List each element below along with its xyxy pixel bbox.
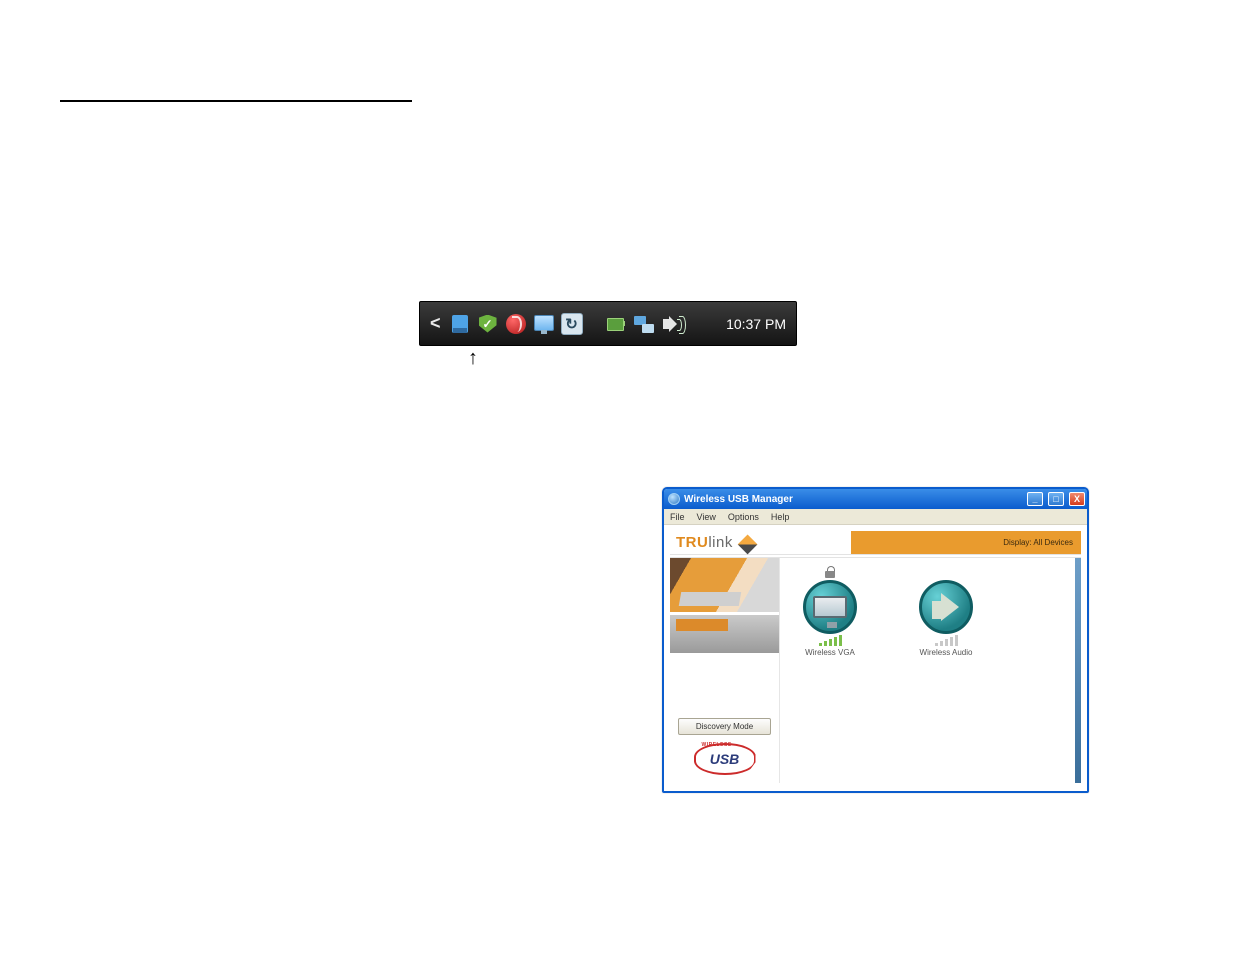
signal-bars-icon (902, 636, 990, 646)
sidebar: Discovery Mode WIRELESS USB (670, 558, 780, 783)
device-wireless-vga[interactable]: Wireless VGA (786, 566, 874, 657)
display-tray-icon[interactable] (533, 313, 555, 335)
trulink-logo: TRUlink (670, 534, 756, 551)
lock-icon (825, 566, 835, 578)
maximize-button[interactable]: □ (1048, 492, 1064, 506)
security-shield-icon[interactable] (477, 313, 499, 335)
menu-options[interactable]: Options (728, 512, 759, 522)
antivirus-icon[interactable] (505, 313, 527, 335)
vga-device-icon (803, 580, 857, 634)
device-label: Wireless Audio (902, 648, 990, 657)
wireless-usb-tray-icon[interactable] (449, 313, 471, 335)
horizontal-rule (60, 100, 412, 102)
sidebar-promo-image-2 (670, 615, 779, 653)
sidebar-promo-image-1 (670, 558, 779, 612)
signal-bars-icon (786, 636, 874, 646)
device-pane: Wireless VGA Wireless Audio (780, 558, 1081, 783)
network-icon[interactable] (633, 313, 655, 335)
system-tray: < 10:37 PM (419, 301, 797, 346)
titlebar[interactable]: Wireless USB Manager _ □ X (664, 489, 1087, 509)
battery-icon[interactable] (605, 313, 627, 335)
wireless-usb-logo: WIRELESS USB (694, 743, 756, 775)
discovery-mode-button[interactable]: Discovery Mode (678, 718, 771, 735)
display-filter-label[interactable]: Display: All Devices (1003, 538, 1073, 547)
close-button[interactable]: X (1069, 492, 1085, 506)
wireless-usb-manager-window: Wireless USB Manager _ □ X File View Opt… (662, 487, 1089, 793)
logo-text-tru: TRU (676, 534, 708, 551)
logo-text-link: link (708, 534, 733, 551)
brand-bar: TRUlink Display: All Devices (670, 531, 1081, 555)
device-label: Wireless VGA (786, 648, 874, 657)
minimize-button[interactable]: _ (1027, 492, 1043, 506)
device-wireless-audio[interactable]: Wireless Audio (902, 566, 990, 657)
logo-mark-icon (737, 535, 757, 555)
audio-device-icon (919, 580, 973, 634)
pointer-arrow-icon: ↑ (468, 348, 478, 368)
usb-logo-wireless-text: WIRELESS (702, 742, 732, 748)
volume-icon[interactable] (661, 313, 683, 335)
menu-view[interactable]: View (697, 512, 716, 522)
app-icon (668, 493, 680, 505)
menubar: File View Options Help (664, 509, 1087, 525)
window-client-area: TRUlink Display: All Devices Discovery M… (664, 525, 1087, 791)
content-area: Discovery Mode WIRELESS USB Wireless VGA (670, 557, 1081, 783)
window-title: Wireless USB Manager (684, 494, 793, 505)
menu-help[interactable]: Help (771, 512, 790, 522)
brand-accent-bar: Display: All Devices (851, 531, 1081, 554)
sync-icon[interactable] (561, 313, 583, 335)
tray-clock[interactable]: 10:37 PM (726, 316, 786, 332)
tray-expand-icon[interactable]: < (428, 313, 443, 334)
menu-file[interactable]: File (670, 512, 685, 522)
scroll-rail[interactable] (1075, 558, 1081, 783)
